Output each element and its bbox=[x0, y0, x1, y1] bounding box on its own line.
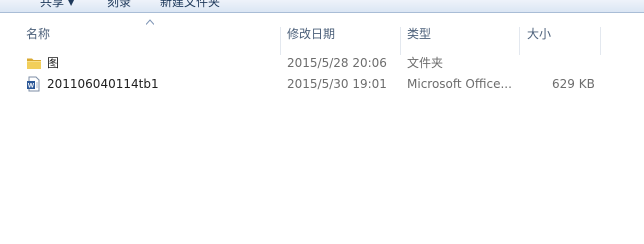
column-type-label: 类型 bbox=[407, 27, 432, 41]
column-header-name[interactable]: 名称 bbox=[26, 22, 50, 50]
chevron-down-icon: ▼ bbox=[68, 0, 75, 7]
new-folder-button[interactable]: 新建文件夹 bbox=[160, 0, 220, 12]
file-modified: 2015/5/28 20:06 bbox=[287, 56, 387, 70]
file-name: 图 bbox=[47, 56, 60, 70]
file-size: 629 KB bbox=[552, 77, 595, 91]
file-modified: 2015/5/30 19:01 bbox=[287, 77, 387, 91]
column-divider[interactable] bbox=[519, 27, 520, 55]
column-divider[interactable] bbox=[400, 27, 401, 55]
file-row-document[interactable]: W 201106040114tb1 2015/5/30 19:01 Micros… bbox=[22, 74, 622, 94]
column-name-label: 名称 bbox=[26, 27, 51, 41]
burn-button[interactable]: 刻录 bbox=[107, 0, 131, 12]
folder-icon bbox=[27, 58, 41, 69]
command-bar: 共享 ▼ 刻录 新建文件夹 bbox=[0, 0, 644, 13]
column-size-label: 大小 bbox=[527, 27, 552, 41]
new-folder-label: 新建文件夹 bbox=[160, 0, 221, 9]
column-header: 名称 修改日期 类型 大小 bbox=[0, 13, 644, 55]
file-type: 文件夹 bbox=[407, 56, 444, 70]
column-header-type[interactable]: 类型 bbox=[407, 22, 431, 50]
share-label: 共享 bbox=[40, 0, 65, 9]
sort-ascending-icon bbox=[146, 19, 154, 25]
file-row-folder[interactable]: 图 2015/5/28 20:06 文件夹 bbox=[22, 53, 622, 73]
svg-text:W: W bbox=[28, 83, 35, 90]
word-document-icon: W bbox=[27, 76, 40, 92]
file-name: 201106040114tb1 bbox=[47, 77, 159, 91]
column-divider[interactable] bbox=[280, 27, 281, 55]
column-header-modified[interactable]: 修改日期 bbox=[287, 22, 335, 50]
column-divider[interactable] bbox=[600, 27, 601, 55]
share-menu-button[interactable]: 共享 ▼ bbox=[40, 0, 74, 12]
column-modified-label: 修改日期 bbox=[287, 27, 336, 41]
column-header-size[interactable]: 大小 bbox=[527, 22, 551, 50]
file-type: Microsoft Office... bbox=[407, 77, 512, 91]
burn-label: 刻录 bbox=[107, 0, 132, 9]
